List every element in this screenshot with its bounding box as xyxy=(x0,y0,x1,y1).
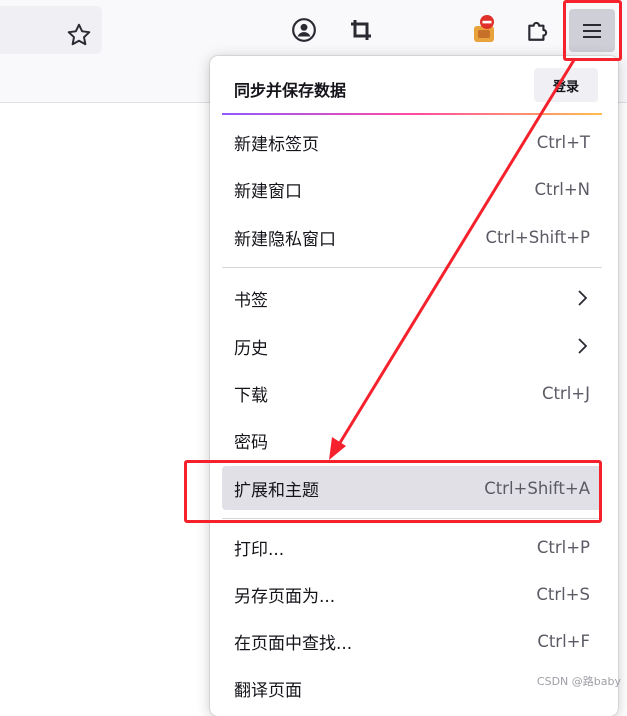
arrow-head-icon xyxy=(329,437,346,460)
annotation-arrow xyxy=(329,59,576,460)
watermark: CSDN @路baby xyxy=(536,675,621,688)
